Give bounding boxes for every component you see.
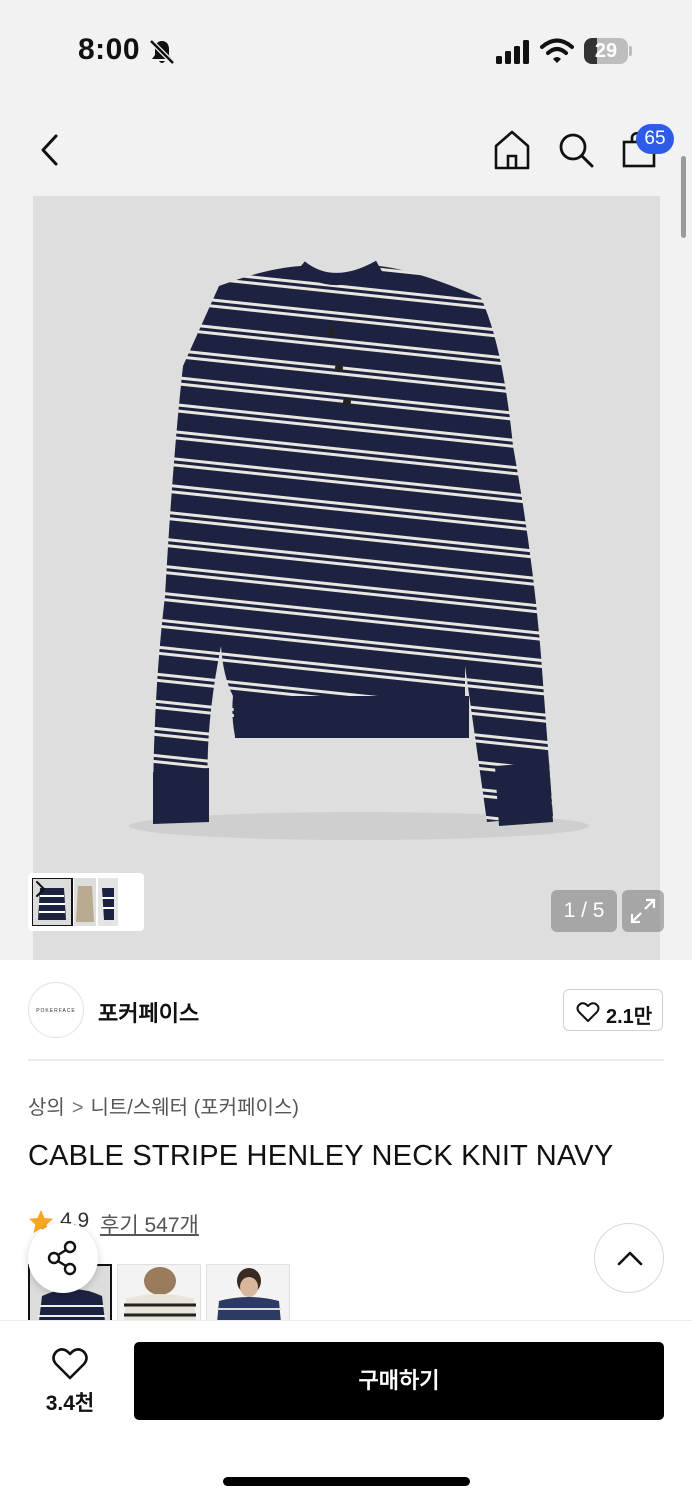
product-title: CABLE STRIPE HENLEY NECK KNIT NAVY xyxy=(28,1140,614,1172)
nav-bar xyxy=(0,100,692,196)
model-thumb-3[interactable] xyxy=(206,1264,290,1320)
bell-slash-icon xyxy=(149,39,175,65)
scroll-top-button[interactable] xyxy=(594,1223,664,1293)
wish-count: 3.4천 xyxy=(45,1392,95,1415)
brand-like-button[interactable]: 2.1만 xyxy=(563,989,663,1031)
scrollbar[interactable] xyxy=(681,156,686,238)
breadcrumb: 상의 > 니트/스웨터 (포커페이스) xyxy=(28,1091,299,1120)
chevron-up-icon xyxy=(617,1251,643,1266)
heart-icon xyxy=(576,1002,600,1022)
model-thumbnail-image xyxy=(118,1265,200,1320)
share-button[interactable] xyxy=(28,1223,98,1293)
breadcrumb-item-top[interactable]: 상의 xyxy=(28,1097,65,1119)
expand-button[interactable] xyxy=(622,890,664,932)
search-icon[interactable] xyxy=(556,130,596,170)
model-thumb-2[interactable] xyxy=(117,1264,201,1320)
breadcrumb-item-knit[interactable]: 니트/스웨터 (포커페이스) xyxy=(91,1097,299,1119)
review-count-link[interactable]: 후기 547개 xyxy=(100,1209,199,1239)
divider xyxy=(28,1059,664,1061)
chevron-left-icon[interactable] xyxy=(34,130,66,170)
battery-level: 29 xyxy=(594,40,618,62)
brand-like-count: 2.1만 xyxy=(606,1006,653,1028)
share-icon xyxy=(47,1240,77,1276)
battery-icon: 29 xyxy=(584,38,632,64)
brand-name[interactable]: 포커페이스 xyxy=(98,996,199,1028)
buy-button[interactable]: 구매하기 xyxy=(134,1342,664,1420)
cart-count-badge: 65 xyxy=(636,124,674,154)
product-image[interactable] xyxy=(33,196,660,960)
battery-body: 29 xyxy=(584,38,628,64)
status-bar: 8:00 29 xyxy=(0,0,692,100)
breadcrumb-separator-icon: > xyxy=(71,1097,84,1119)
bottom-bar: 3.4천 구매하기 xyxy=(0,1320,692,1500)
chevron-right-icon[interactable] xyxy=(32,878,48,900)
home-icon[interactable] xyxy=(492,128,532,172)
sweater-image xyxy=(33,196,660,960)
signal-icon xyxy=(496,40,529,64)
heart-icon[interactable] xyxy=(52,1347,88,1381)
brand-logo[interactable]: POKERFACE xyxy=(28,982,84,1038)
model-thumbnail-image xyxy=(207,1265,289,1320)
expand-icon xyxy=(630,898,656,924)
home-indicator[interactable] xyxy=(223,1477,470,1486)
image-counter: 1 / 5 xyxy=(551,890,617,932)
battery-cap xyxy=(629,46,632,56)
gallery-thumbnail-strip[interactable] xyxy=(28,873,144,931)
status-time: 8:00 xyxy=(78,33,141,66)
wifi-icon xyxy=(540,38,574,63)
